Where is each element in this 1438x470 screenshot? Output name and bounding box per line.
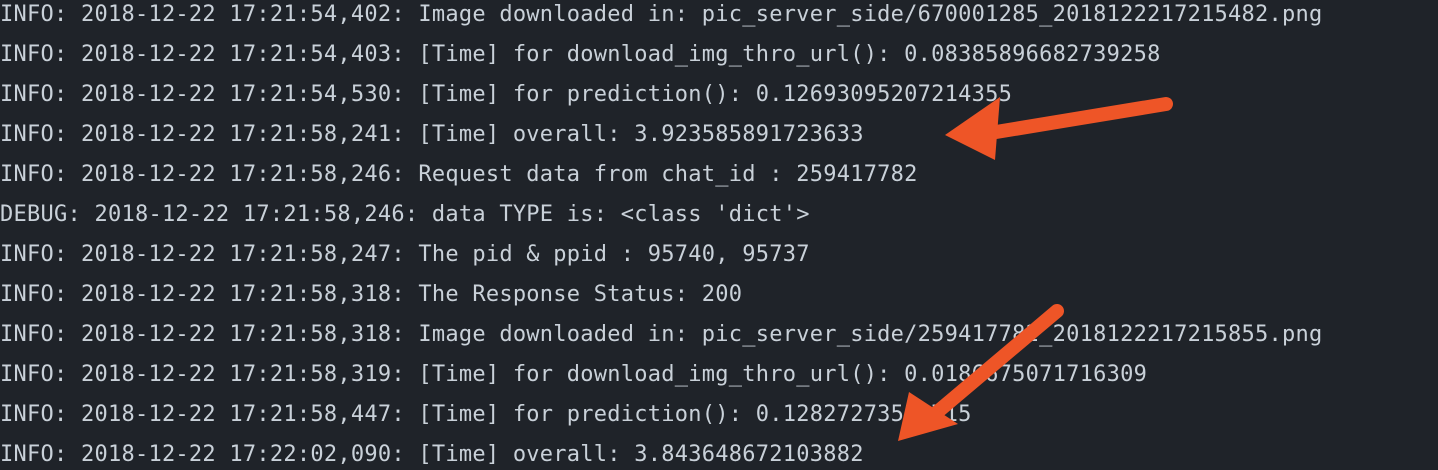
log-line: INFO: 2018-12-22 17:21:54,403: [Time] fo… — [0, 42, 1161, 67]
log-line: INFO: 2018-12-22 17:21:54,530: [Time] fo… — [0, 82, 1013, 107]
log-line: INFO: 2018-12-22 17:21:58,447: [Time] fo… — [0, 402, 972, 427]
log-line-overall-highlighted: INFO: 2018-12-22 17:21:58,241: [Time] ov… — [0, 122, 864, 147]
log-output: INFO: 2018-12-22 17:21:54,402: Image dow… — [0, 0, 1323, 470]
log-line: INFO: 2018-12-22 17:21:54,402: Image dow… — [0, 2, 1323, 27]
log-line: INFO: 2018-12-22 17:21:58,247: The pid &… — [0, 242, 810, 267]
log-line: INFO: 2018-12-22 17:21:58,319: [Time] fo… — [0, 362, 1148, 387]
terminal-window[interactable]: INFO: 2018-12-22 17:21:54,402: Image dow… — [0, 0, 1438, 470]
log-line: INFO: 2018-12-22 17:21:58,318: Image dow… — [0, 322, 1323, 347]
log-line-overall-highlighted: INFO: 2018-12-22 17:22:02,090: [Time] ov… — [0, 442, 864, 467]
log-line: INFO: 2018-12-22 17:21:58,318: The Respo… — [0, 282, 743, 307]
log-line: DEBUG: 2018-12-22 17:21:58,246: data TYP… — [0, 202, 810, 227]
log-line: INFO: 2018-12-22 17:21:58,246: Request d… — [0, 162, 918, 187]
